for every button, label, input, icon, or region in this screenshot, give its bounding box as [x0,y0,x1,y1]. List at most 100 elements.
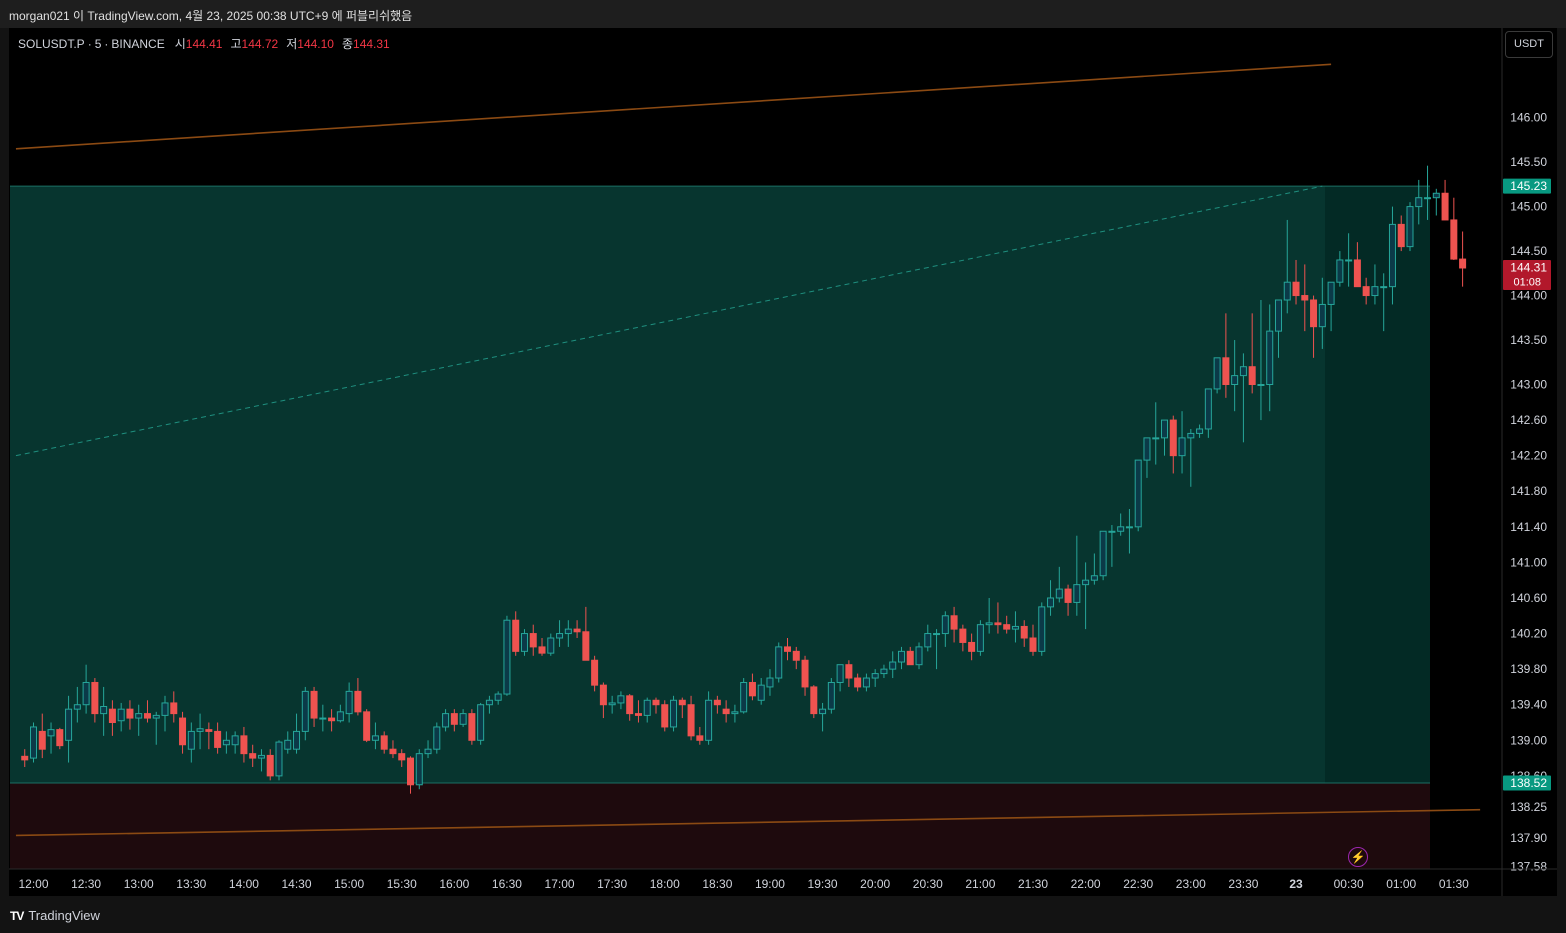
symbol-legend[interactable]: SOLUSDT.P · 5 · BINANCE 시144.41 고144.72 저144.1… [18,35,398,52]
candle-body [424,748,432,755]
time-tick-label: 14:00 [229,877,259,891]
price-chart[interactable]: 146.00 145.50 145.00 144.50 144.00 143.50 143.… [0,0,1566,933]
time-tick-label: 13:30 [176,877,206,891]
price-tick-label: 139.80 [1510,662,1547,676]
candle-body [889,661,897,670]
candle-body [371,735,379,741]
candle-body [1327,281,1335,305]
candle-body [1178,437,1186,457]
time-tick-label: 19:30 [808,877,838,891]
candle-body [678,699,686,706]
candle-body [1266,330,1274,386]
candle-body [1152,437,1160,440]
candle-body [722,708,730,715]
candle-body [389,748,397,755]
price-label-stop: 138.52 [1510,776,1547,790]
time-tick-label: 20:00 [860,877,890,891]
candle-body [740,681,748,713]
candle-body [1204,388,1212,430]
candle-body [950,615,958,630]
candle-body [766,677,774,688]
candle-body [1029,637,1037,652]
candle-body [345,690,353,715]
candle-body [1082,579,1090,586]
candle-body [38,730,46,750]
candle-body [547,637,555,654]
candle-body [56,729,64,747]
candle-body [801,659,809,688]
candle-body [1011,625,1019,630]
close-value: 144.31 [353,37,390,51]
candle-body [214,730,222,748]
candle-body [871,673,879,679]
candle-body [1047,597,1055,608]
tradingview-brand[interactable]: TV TradingView [10,908,100,923]
symbol-name: SOLUSDT.P [18,37,85,51]
candle-body [21,755,29,761]
time-axis[interactable]: 12:00 12:30 13:00 13:30 14:00 14:30 15:00 15:30… [9,868,1557,891]
price-tick-label: 139.00 [1510,733,1547,747]
candle-body [713,699,721,706]
price-tick-label: 138.25 [1510,800,1547,814]
candle-body [626,695,634,715]
candle-body [442,713,450,728]
candle-body [249,753,257,759]
candle-body [1388,223,1396,288]
candle-body [1397,223,1405,248]
candle-body [582,631,590,661]
candle-body [407,757,415,786]
price-tick-label: 145.50 [1510,155,1547,169]
candle-body [827,681,835,710]
candle-body [1459,258,1467,269]
candle-body [520,633,528,652]
candle-body [468,713,476,741]
price-tick-label: 144.50 [1510,244,1547,258]
time-tick-label: 21:00 [965,877,995,891]
candle-body [415,753,423,786]
price-tick-label: 139.40 [1510,698,1547,712]
candle-body [1301,295,1309,301]
candle-body [328,717,336,722]
candle-body [941,615,949,635]
price-tick-label: 142.60 [1510,413,1547,427]
candle-body [126,708,134,719]
candle-body [670,699,678,728]
price-tick-label: 137.90 [1510,831,1547,845]
time-tick-label: 16:00 [439,877,469,891]
time-tick-label: 01:00 [1386,877,1416,891]
candle-body [556,633,564,639]
candle-body [73,704,81,710]
candle-body [398,753,406,761]
candle-body [687,704,695,737]
price-axis[interactable]: 146.00 145.50 145.00 144.50 144.00 143.50 143.… [1501,28,1547,896]
candle-body [1064,588,1072,603]
candle-body [1353,259,1361,288]
candle-body [143,713,151,719]
close-label: 종 [341,37,354,51]
time-tick-label: 23:30 [1228,877,1258,891]
candle-body [968,641,976,652]
candle-body [1231,375,1239,386]
time-tick-label: 17:00 [545,877,575,891]
tradingview-logo-icon: TV [10,908,24,923]
candle-body [564,628,572,635]
candle-body [1441,192,1449,221]
time-tick-label: 17:30 [597,877,627,891]
candle-body [301,690,309,732]
candle-body [257,754,265,759]
candle-body [924,633,932,648]
lightning-icon[interactable]: ⚡ [1348,847,1368,867]
footer-bar [0,897,1566,933]
interval-value: 5 [94,37,102,51]
candle-body [1362,286,1370,297]
price-tick-label: 141.00 [1510,555,1547,569]
candle-body [696,735,704,741]
time-tick-label: 23:00 [1176,877,1206,891]
candle-body [1073,584,1081,603]
currency-button[interactable]: USDT [1505,31,1553,58]
candle-body [222,739,230,746]
candle-body [538,646,546,654]
candle-body [1345,259,1353,262]
candle-body [1336,259,1344,283]
candle-body [82,681,90,706]
